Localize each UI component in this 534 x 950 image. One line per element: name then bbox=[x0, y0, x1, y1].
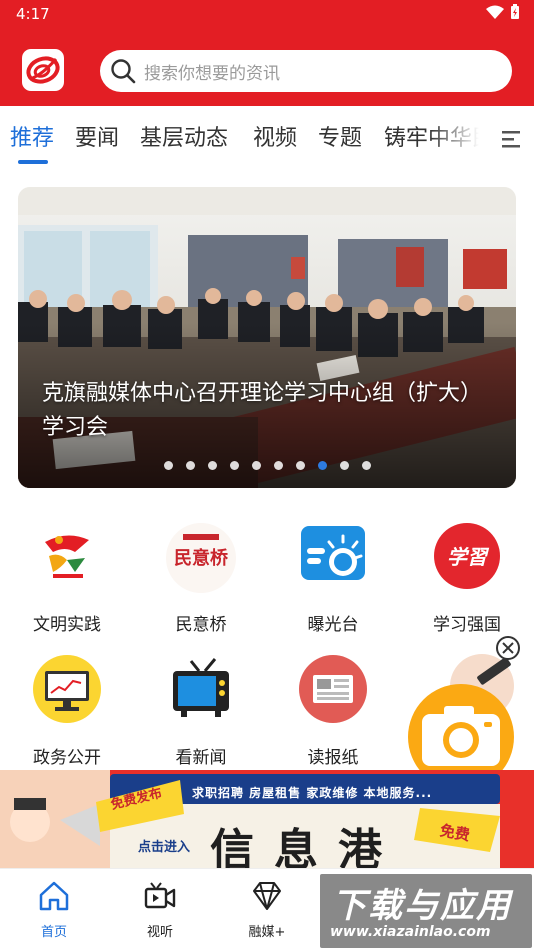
status-icons bbox=[486, 4, 520, 20]
grid-item-exposure[interactable]: 曝光台 bbox=[268, 522, 398, 635]
bridge-logo-icon: 民意桥 bbox=[166, 523, 236, 593]
close-icon bbox=[502, 642, 514, 654]
grid-label-watch-news: 看新闻 bbox=[175, 748, 227, 768]
grid-item-gov-affairs[interactable]: 政务公开 bbox=[2, 655, 132, 768]
carousel-dot[interactable] bbox=[207, 461, 217, 470]
carousel-dot[interactable] bbox=[251, 461, 261, 470]
tab-fade bbox=[430, 106, 500, 166]
grid-item-watch-news[interactable]: 看新闻 bbox=[136, 655, 266, 768]
nav-home-label: 首页 bbox=[40, 925, 67, 940]
study-icon: 学習 bbox=[434, 523, 500, 589]
carousel-dot[interactable] bbox=[229, 461, 239, 470]
carousel-dot[interactable] bbox=[273, 461, 283, 470]
carousel-dot[interactable] bbox=[295, 461, 305, 470]
promo-service-line: 求职招聘 房屋租售 家政维修 本地服务... bbox=[192, 786, 433, 800]
tab-headlines[interactable]: 要闻 bbox=[75, 120, 119, 152]
spotlight-icon bbox=[301, 526, 365, 580]
grid-label-newspaper: 读报纸 bbox=[307, 748, 359, 768]
civilization-icon bbox=[45, 535, 89, 578]
grid-item-public-bridge[interactable]: 民意桥 民意桥 bbox=[136, 522, 266, 635]
tab-local-news[interactable]: 基层动态 bbox=[140, 120, 228, 152]
top-header: 4:17 搜索你想要的资讯 bbox=[0, 0, 534, 106]
carousel-dots bbox=[18, 461, 516, 470]
active-tab-indicator bbox=[18, 160, 48, 164]
carousel-dot[interactable] bbox=[361, 461, 371, 470]
news-carousel[interactable]: 克旗融媒体中心召开理论学习中心组（扩大）学习会 bbox=[18, 187, 516, 488]
watermark-title: 下载与应用 bbox=[332, 886, 512, 926]
grid-label-public-bridge: 民意桥 bbox=[175, 615, 227, 635]
carousel-caption: 克旗融媒体中心召开理论学习中心组（扩大）学习会 bbox=[42, 381, 483, 440]
tab-topics[interactable]: 专题 bbox=[318, 120, 362, 152]
nav-home[interactable]: 首页 bbox=[14, 879, 94, 940]
grid-label-gov-affairs: 政务公开 bbox=[33, 748, 101, 768]
nav-audiovisual-label: 视听 bbox=[146, 925, 173, 940]
status-time: 4:17 bbox=[16, 5, 50, 23]
info-port-promo[interactable]: 求职招聘 房屋租售 家政维修 本地服务... 免费发布 信息港 点击进入 免费 bbox=[0, 770, 534, 870]
promo-title: 信息港 bbox=[210, 825, 402, 870]
carousel-dot[interactable] bbox=[163, 461, 173, 470]
grid-label-civilization: 文明实践 bbox=[33, 615, 101, 635]
category-tabs: 推荐 要闻 基层动态 视频 专题 铸牢中华民 bbox=[0, 106, 534, 166]
watermark-url: www.xiazainlao.com bbox=[330, 924, 491, 940]
grid-label-study: 学习强国 bbox=[433, 615, 501, 635]
study-logo-text: 学習 bbox=[447, 545, 490, 569]
nav-media-plus[interactable]: 融媒+ bbox=[227, 879, 307, 940]
video-icon bbox=[144, 882, 176, 909]
app-logo-icon bbox=[26, 56, 60, 84]
carousel-dot[interactable] bbox=[317, 461, 327, 470]
diamond-icon bbox=[253, 882, 281, 910]
nav-media-plus-label: 融媒+ bbox=[248, 925, 286, 940]
search-placeholder: 搜索你想要的资讯 bbox=[144, 63, 280, 84]
grid-item-civilization[interactable]: 文明实践 bbox=[2, 522, 132, 635]
carousel-dot[interactable] bbox=[339, 461, 349, 470]
watermark-overlay: 下载与应用 www.xiazainlao.com bbox=[320, 874, 532, 948]
grid-item-study[interactable]: 学習 学习强国 bbox=[402, 522, 532, 635]
search-icon bbox=[111, 59, 136, 84]
search-bar[interactable]: 搜索你想要的资讯 bbox=[100, 50, 512, 92]
grid-item-newspaper[interactable]: 读报纸 bbox=[268, 655, 398, 768]
battery-icon bbox=[511, 4, 519, 19]
bridge-logo-text: 民意桥 bbox=[174, 547, 229, 569]
tv-icon bbox=[173, 658, 229, 717]
wifi-icon bbox=[486, 5, 504, 19]
home-icon bbox=[39, 881, 69, 911]
app-logo[interactable] bbox=[22, 49, 64, 91]
close-float-button[interactable] bbox=[496, 636, 520, 660]
tab-video[interactable]: 视频 bbox=[253, 120, 297, 152]
carousel-dot[interactable] bbox=[185, 461, 195, 470]
promo-sub: 点击进入 bbox=[138, 840, 191, 855]
grid-label-exposure: 曝光台 bbox=[307, 615, 359, 635]
menu-icon[interactable] bbox=[500, 128, 522, 148]
nav-audiovisual[interactable]: 视听 bbox=[120, 879, 200, 940]
newspaper-icon bbox=[299, 655, 367, 723]
monitor-icon bbox=[33, 655, 101, 723]
tab-recommend[interactable]: 推荐 bbox=[10, 120, 54, 152]
